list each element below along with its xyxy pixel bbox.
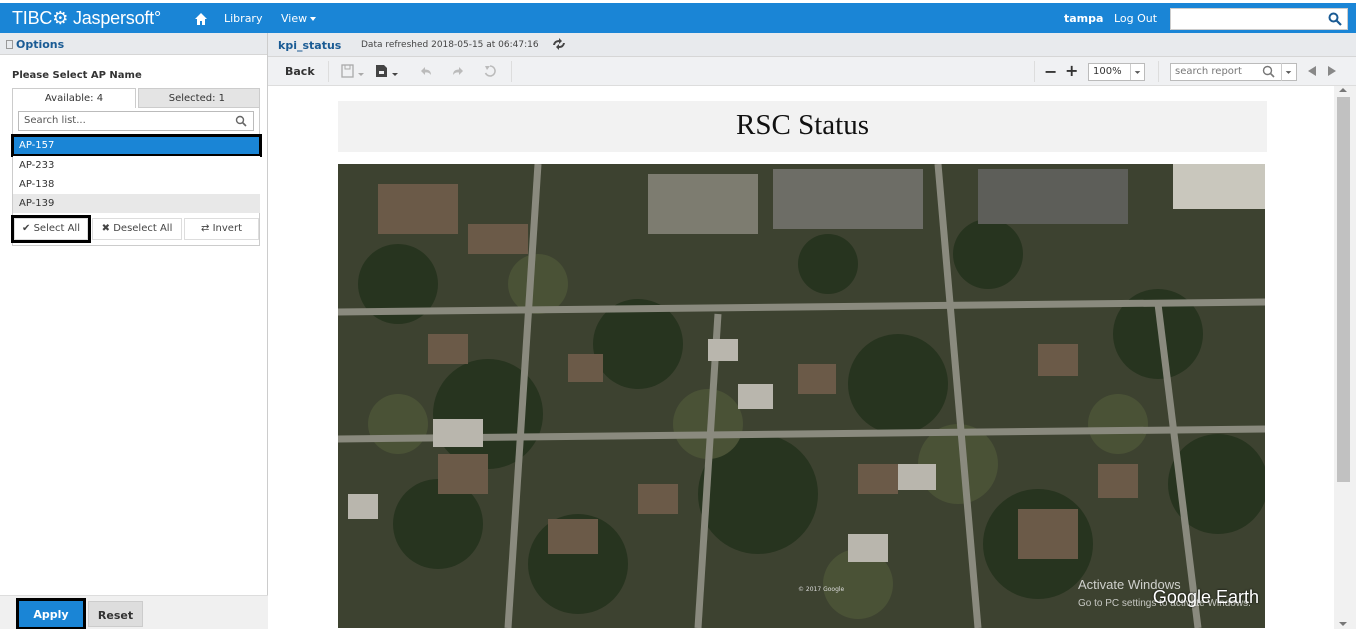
save-icon[interactable] bbox=[340, 63, 356, 79]
nav-library-link[interactable]: Library bbox=[224, 12, 262, 25]
user-name[interactable]: tampa bbox=[1064, 12, 1103, 25]
search-list-input[interactable]: Search list... bbox=[18, 111, 254, 131]
toolbar-divider bbox=[328, 61, 329, 82]
zoom-in-button[interactable]: + bbox=[1065, 61, 1078, 80]
search-icon[interactable] bbox=[235, 115, 247, 127]
report-scrollbar[interactable] bbox=[1334, 86, 1356, 629]
list-item[interactable]: AP-233 bbox=[13, 156, 260, 175]
report-canvas: RSC Status © 2017 Google Google Earth bbox=[268, 86, 1334, 629]
top-navigation-bar: TIBC⚙ Jaspersoft° Library View tampa Log… bbox=[0, 0, 1356, 33]
chevron-down-icon[interactable] bbox=[357, 63, 365, 79]
report-toolbar: Back − + 100% search report bbox=[268, 57, 1356, 86]
list-tabs: Available: 4 Selected: 1 bbox=[12, 88, 260, 108]
previous-page-icon[interactable] bbox=[1308, 66, 1316, 76]
home-icon[interactable] bbox=[194, 12, 208, 26]
report-header: kpi_status Data refreshed 2018-05-15 at … bbox=[268, 33, 1356, 57]
satellite-map-image: © 2017 Google Google Earth bbox=[338, 164, 1265, 628]
list-item[interactable]: AP-139 bbox=[13, 194, 260, 213]
invert-button[interactable]: ⇄ Invert bbox=[184, 218, 259, 240]
nav-view-label: View bbox=[281, 12, 308, 25]
undo-icon[interactable] bbox=[418, 63, 434, 79]
select-all-button[interactable]: ✔ Select All bbox=[11, 215, 91, 243]
invert-label: Invert bbox=[212, 223, 242, 234]
search-icon[interactable] bbox=[1328, 12, 1342, 26]
toolbar-divider bbox=[1034, 61, 1035, 82]
redo-icon[interactable] bbox=[450, 63, 466, 79]
logout-link[interactable]: Log Out bbox=[1114, 12, 1157, 25]
chevron-down-icon bbox=[310, 17, 317, 21]
nav-view-menu[interactable]: View bbox=[281, 12, 317, 25]
search-list-placeholder: Search list... bbox=[24, 115, 86, 126]
report-title-band: RSC Status bbox=[338, 101, 1267, 152]
options-panel-header[interactable]: Options bbox=[0, 33, 267, 55]
activation-watermark-title: Activate Windows bbox=[1078, 577, 1181, 592]
map-copyright: © 2017 Google bbox=[798, 586, 845, 593]
search-report-input[interactable]: search report bbox=[1170, 63, 1297, 81]
panel-footer: Apply Reset bbox=[0, 595, 268, 629]
list-item[interactable]: AP-138 bbox=[13, 175, 260, 194]
list-item[interactable]: AP-157 bbox=[11, 134, 262, 157]
deselect-all-label: Deselect All bbox=[113, 223, 173, 234]
chevron-down-icon[interactable] bbox=[391, 63, 399, 79]
chevron-down-icon[interactable] bbox=[1281, 63, 1295, 81]
satellite-map-art bbox=[338, 164, 1265, 628]
x-icon: ✖ bbox=[101, 223, 111, 234]
back-button[interactable]: Back bbox=[285, 65, 315, 78]
activation-watermark-text: Go to PC settings to activate Windows. bbox=[1078, 598, 1251, 609]
data-refreshed-text: Data refreshed 2018-05-15 at 06:47:16 bbox=[361, 40, 539, 50]
scroll-down-icon[interactable] bbox=[1339, 622, 1347, 626]
check-icon: ✔ bbox=[21, 223, 31, 234]
report-name: kpi_status bbox=[278, 39, 342, 52]
report-title: RSC Status bbox=[736, 109, 869, 141]
list-actions: ✔ Select All ✖ Deselect All ⇄ Invert bbox=[11, 215, 260, 243]
options-title: Options bbox=[16, 38, 65, 51]
scroll-up-icon[interactable] bbox=[1339, 88, 1347, 92]
apply-button[interactable]: Apply bbox=[16, 598, 86, 629]
invert-icon: ⇄ bbox=[201, 223, 210, 234]
zoom-out-button[interactable]: − bbox=[1044, 62, 1057, 81]
options-panel: Options Please Select AP Name Available:… bbox=[0, 33, 268, 629]
next-page-icon[interactable] bbox=[1328, 66, 1336, 76]
reset-button[interactable]: Reset bbox=[88, 601, 143, 627]
toolbar-divider bbox=[511, 61, 512, 82]
jaspersoft-logo[interactable]: TIBC⚙ Jaspersoft° bbox=[12, 8, 161, 29]
scrollbar-thumb[interactable] bbox=[1337, 97, 1350, 482]
deselect-all-button[interactable]: ✖ Deselect All bbox=[92, 218, 182, 240]
global-search-input[interactable] bbox=[1170, 8, 1348, 30]
tab-available[interactable]: Available: 4 bbox=[12, 88, 136, 108]
collapse-icon[interactable] bbox=[6, 40, 13, 49]
zoom-value: 100% bbox=[1093, 66, 1122, 77]
tab-selected[interactable]: Selected: 1 bbox=[138, 88, 260, 108]
zoom-select[interactable]: 100% bbox=[1088, 63, 1145, 81]
search-report-placeholder: search report bbox=[1175, 66, 1242, 77]
undo-all-icon[interactable] bbox=[482, 63, 498, 79]
filter-label: Please Select AP Name bbox=[12, 70, 142, 81]
refresh-icon[interactable] bbox=[551, 37, 567, 51]
export-icon[interactable] bbox=[374, 63, 390, 79]
search-icon[interactable] bbox=[1262, 65, 1275, 78]
select-all-label: Select All bbox=[33, 223, 80, 234]
chevron-down-icon[interactable] bbox=[1130, 64, 1144, 80]
toolbar-divider bbox=[1158, 61, 1159, 82]
